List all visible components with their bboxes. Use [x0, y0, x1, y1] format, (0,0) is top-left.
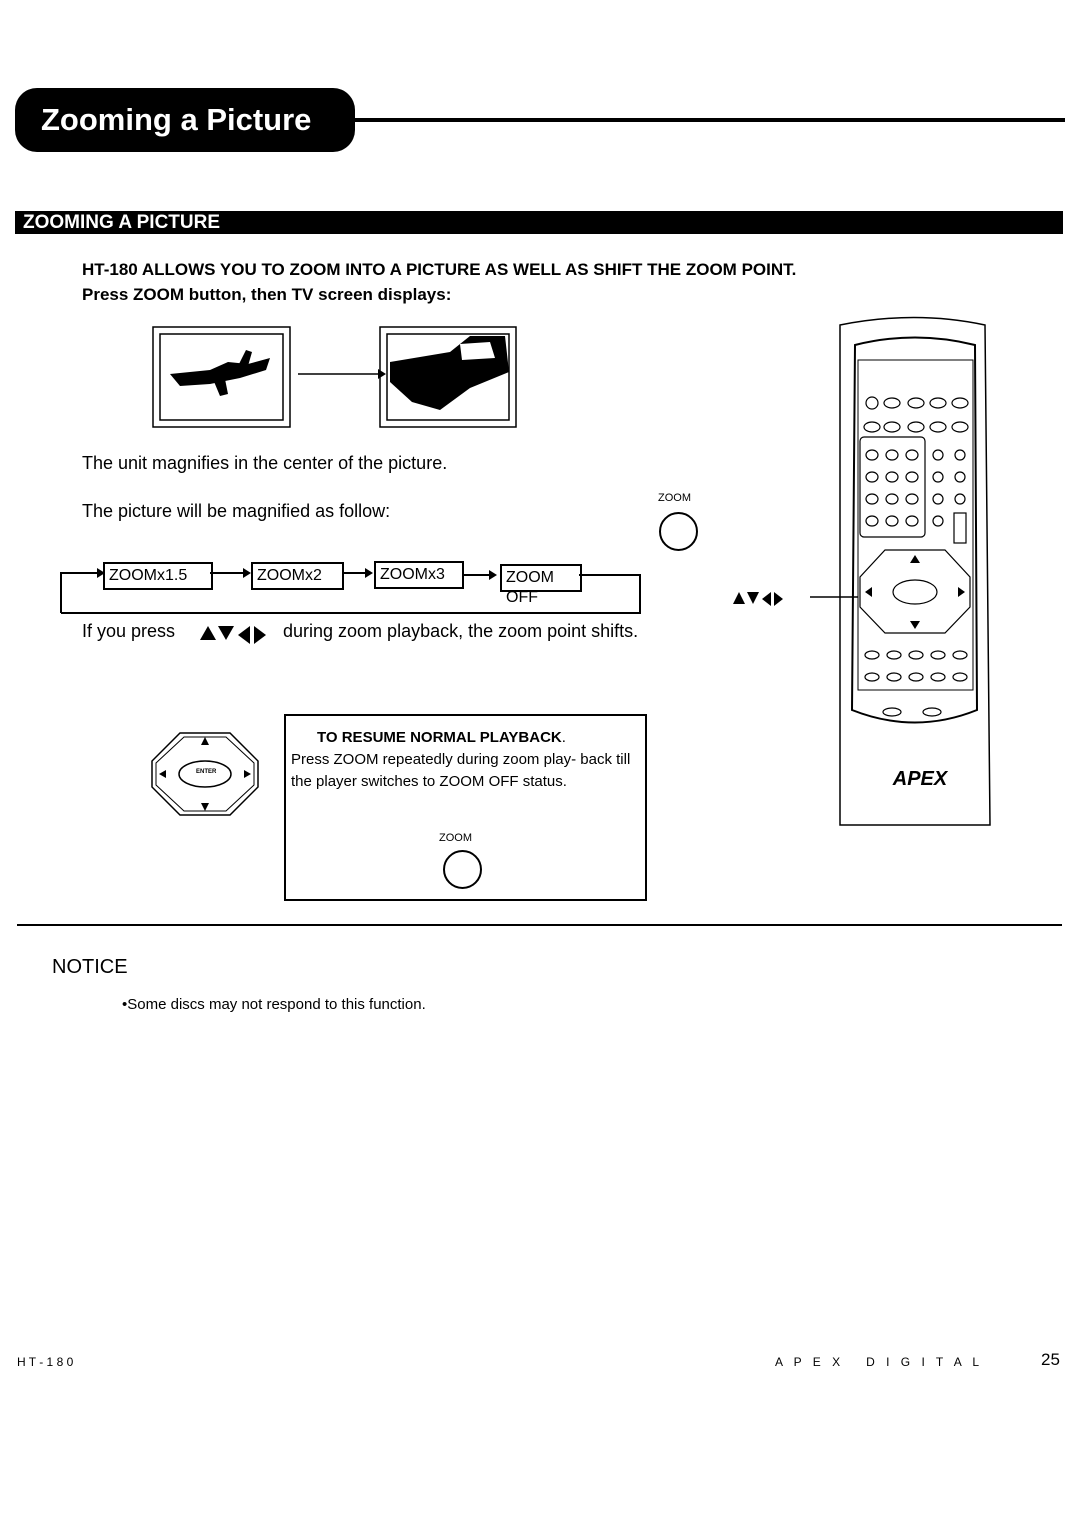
resume-title-suffix: . — [561, 729, 566, 746]
zoom-button-icon — [659, 512, 698, 551]
footer-model: H T - 1 8 0 — [17, 1355, 74, 1369]
airplane-small-icon — [170, 350, 270, 396]
resume-box: TO RESUME NORMAL PLAYBACK. Press ZOOM re… — [284, 714, 647, 901]
arrow-keys-icon — [200, 626, 266, 644]
divider — [17, 924, 1062, 926]
magnify-center-text: The unit magnifies in the center of the … — [82, 453, 448, 473]
press-text-before: If you press — [82, 621, 176, 641]
press-text-after: during zoom playback, the zoom point shi… — [283, 621, 639, 641]
resume-text: Press ZOOM repeatedly during zoom play- … — [291, 751, 631, 790]
zoom-step-2: ZOOMx2 — [251, 562, 344, 590]
footer-brand: A P E X D I G I T A L — [775, 1355, 984, 1369]
resume-zoom-button-icon — [443, 850, 482, 889]
zoom-step-1: ZOOMx1.5 — [103, 562, 213, 590]
zoom-step-off: ZOOM OFF — [500, 564, 582, 606]
remote-control-illustration: APEX — [733, 316, 991, 826]
intro-line-2: Press ZOOM button, then TV screen displa… — [82, 285, 452, 304]
zoom-step-3: ZOOMx3 — [374, 561, 464, 589]
airplane-zoomed-icon — [390, 336, 509, 410]
resume-zoom-label: ZOOM — [439, 832, 472, 844]
enter-label: ENTER — [196, 769, 217, 775]
page-title: Zooming a Picture — [15, 88, 355, 152]
resume-title-text: TO RESUME NORMAL PLAYBACK — [317, 729, 562, 746]
resume-title: TO RESUME NORMAL PLAYBACK. — [317, 729, 566, 746]
page-number: 25 — [1041, 1350, 1060, 1369]
section-heading: ZOOMING A PICTURE — [15, 211, 1063, 234]
magnify-follow-text: The picture will be magnified as follow: — [82, 501, 391, 521]
zoom-illustration — [152, 326, 517, 428]
zoom-button-label: ZOOM — [658, 492, 691, 504]
intro-line-1: HT-180 ALLOWS YOU TO ZOOM INTO A PICTURE… — [82, 260, 797, 279]
title-rule — [350, 118, 1065, 122]
notice-bullet: •Some discs may not respond to this func… — [122, 996, 426, 1013]
svg-text:APEX: APEX — [892, 768, 949, 790]
notice-heading: NOTICE — [52, 956, 128, 978]
manual-page: Zooming a Picture ZOOMING A PICTURE HT-1… — [0, 0, 1080, 1527]
